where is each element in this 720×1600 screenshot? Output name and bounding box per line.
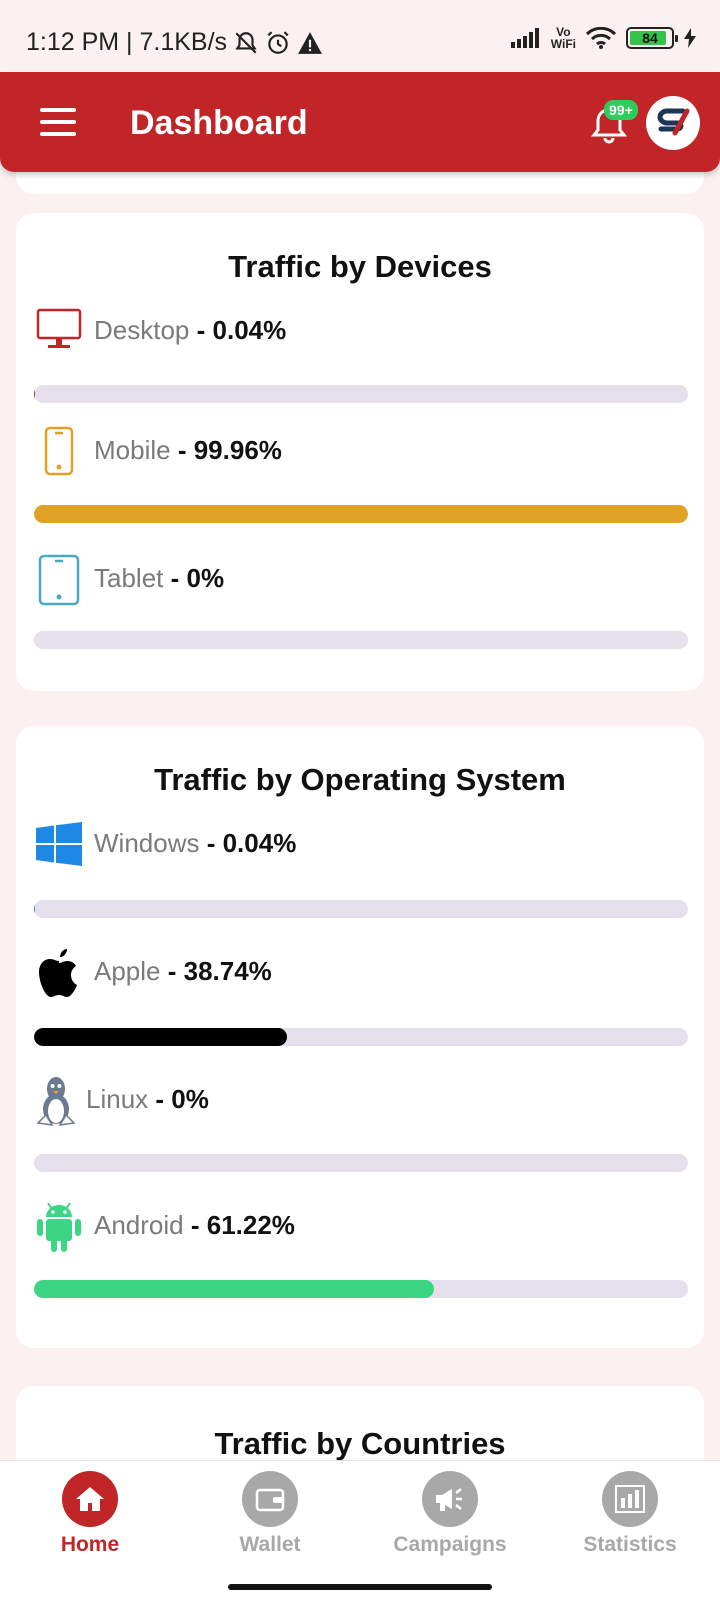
status-bar: 1:12 PM | 7.1KB/s Vo WiFi 84 [0, 0, 720, 72]
windows-icon [36, 822, 82, 866]
nav-statistics[interactable]: Statistics [550, 1471, 710, 1557]
os-bar-windows [34, 900, 688, 918]
os-value-android: - 61.22% [190, 1210, 295, 1240]
status-left: 1:12 PM | 7.1KB/s [26, 28, 323, 57]
tablet-icon [38, 553, 80, 607]
device-value-desktop: - 0.04% [196, 315, 287, 345]
battery-icon: 84 [626, 27, 678, 49]
nav-wallet-circle [242, 1471, 298, 1527]
device-label-mobile: Mobile [94, 435, 171, 465]
os-value-linux: - 0% [155, 1084, 209, 1114]
desktop-icon [36, 307, 82, 351]
app-bar: Dashboard 99+ [0, 72, 720, 172]
device-value-tablet: - 0% [170, 563, 225, 593]
os-card-title: Traffic by Operating System [154, 762, 566, 797]
device-value-mobile: - 99.96% [177, 435, 282, 465]
os-bar-fill-android [34, 1280, 435, 1298]
device-bar-mobile [34, 505, 688, 523]
nav-wallet-label: Wallet [239, 1533, 301, 1556]
countries-card-title: Traffic by Countries [214, 1426, 506, 1461]
device-label-tablet: Tablet [94, 563, 164, 593]
nav-home[interactable]: Home [10, 1471, 170, 1557]
alarm-icon [267, 30, 289, 54]
os-card: Traffic by Operating System Windows - 0.… [16, 726, 704, 1348]
os-value-apple: - 38.74% [167, 956, 272, 986]
os-label-windows: Windows [94, 828, 200, 858]
nav-home-circle [62, 1471, 118, 1527]
vowifi-bottom: WiFi [550, 37, 576, 51]
device-bar-desktop [34, 385, 688, 403]
bottom-nav: Home Wallet Campaigns Statistics [0, 1460, 720, 1600]
os-bar-fill-apple [34, 1028, 288, 1046]
status-right: Vo WiFi 84 [510, 26, 696, 50]
android-icon [36, 1200, 82, 1254]
os-label-linux: Linux [86, 1084, 149, 1114]
home-indicator [228, 1584, 492, 1590]
devices-card: Traffic by Devices Desktop - 0.04% Mobil… [16, 213, 704, 691]
wifi-icon [586, 27, 616, 49]
linux-icon [34, 1074, 78, 1128]
devices-card-title: Traffic by Devices [228, 249, 492, 284]
avatar[interactable] [646, 96, 700, 150]
os-bar-linux [34, 1154, 688, 1172]
device-bar-tablet [34, 631, 688, 649]
megaphone-icon [436, 1488, 462, 1511]
vowifi-indicator: Vo WiFi [551, 26, 576, 50]
nav-statistics-circle [602, 1471, 658, 1527]
warning-icon [298, 31, 322, 54]
nav-statistics-label: Statistics [583, 1533, 677, 1556]
charging-icon [684, 28, 696, 48]
battery-level: 84 [642, 30, 658, 46]
menu-icon[interactable] [40, 108, 76, 136]
nav-campaigns[interactable]: Campaigns [370, 1471, 530, 1557]
signal-icon [510, 28, 539, 48]
page-title: Dashboard [130, 104, 308, 142]
os-bar-apple [34, 1028, 688, 1046]
mobile-icon [42, 425, 76, 477]
os-value-windows: - 0.04% [206, 828, 297, 858]
device-label-desktop: Desktop [94, 315, 190, 345]
os-bar-android [34, 1280, 688, 1298]
muted-bell-icon [235, 31, 257, 54]
os-label-android: Android [94, 1210, 184, 1240]
status-time-speed: 1:12 PM | 7.1KB/s [26, 28, 228, 56]
nav-campaigns-circle [422, 1471, 478, 1527]
home-icon [76, 1487, 104, 1511]
avatar-logo [657, 108, 690, 136]
nav-campaigns-label: Campaigns [393, 1533, 507, 1556]
nav-wallet[interactable]: Wallet [190, 1471, 350, 1557]
nav-home-label: Home [60, 1533, 120, 1556]
wallet-icon [255, 1488, 285, 1512]
os-label-apple: Apple [94, 956, 161, 986]
bar-chart-icon [615, 1485, 645, 1513]
device-bar-fill-mobile [34, 505, 688, 523]
apple-icon [36, 946, 82, 1000]
notification-badge: 99+ [604, 100, 638, 120]
